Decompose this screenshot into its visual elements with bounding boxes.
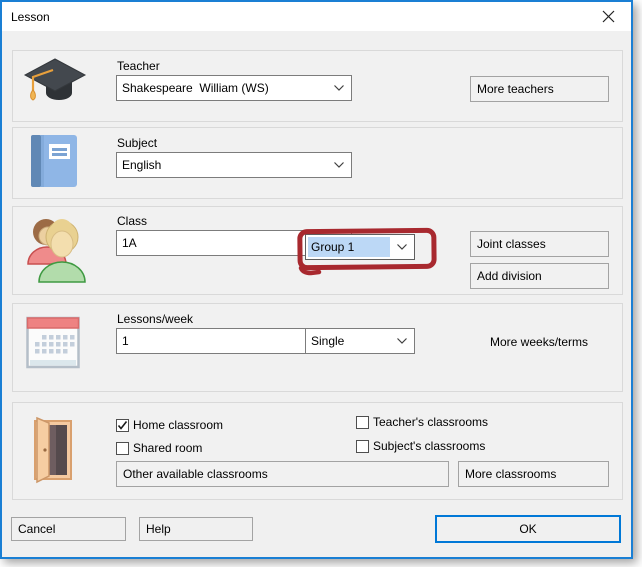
cancel-button[interactable]: Cancel: [11, 517, 126, 541]
group-dropdown[interactable]: Group 1: [305, 234, 415, 260]
title-bar: Lesson: [2, 2, 631, 31]
checkbox-label: Subject's classrooms: [373, 439, 485, 453]
add-division-button[interactable]: Add division: [470, 263, 609, 289]
teachers-classrooms-checkbox[interactable]: Teacher's classrooms: [356, 415, 488, 429]
checkbox-label: Home classroom: [133, 418, 223, 432]
screen: Lesson Teacher Shakespeare William (WS) …: [0, 0, 642, 567]
checkbox-label: Teacher's classrooms: [373, 415, 488, 429]
chevron-down-icon: [327, 76, 351, 100]
students-icon: [19, 212, 91, 284]
subject-label: Subject: [117, 136, 157, 150]
chevron-down-icon: [390, 329, 414, 353]
lesson-duration-value: Single: [306, 329, 390, 353]
teacher-label: Teacher: [117, 59, 160, 73]
more-teachers-button[interactable]: More teachers: [470, 76, 609, 102]
checkbox-box: [356, 440, 369, 453]
window-title: Lesson: [11, 10, 50, 24]
more-classrooms-button[interactable]: More classrooms: [458, 461, 609, 487]
checkbox-box: [116, 419, 129, 432]
lessons-count-value: 1: [117, 329, 327, 353]
checkmark-icon: [117, 420, 128, 431]
lesson-duration-dropdown[interactable]: Single: [305, 328, 415, 354]
other-available-classrooms-button[interactable]: Other available classrooms: [116, 461, 449, 487]
class-dropdown-value: 1A: [117, 231, 327, 255]
subject-dropdown[interactable]: English: [116, 152, 352, 178]
book-icon: [28, 133, 80, 189]
subject-dropdown-value: English: [117, 153, 327, 177]
teacher-dropdown-value: Shakespeare William (WS): [117, 76, 327, 100]
graduation-cap-icon: [22, 56, 88, 110]
group-dropdown-value: Group 1: [308, 237, 390, 257]
class-label: Class: [117, 214, 147, 228]
more-weeks-terms-label[interactable]: More weeks/terms: [490, 335, 588, 349]
home-classroom-checkbox[interactable]: Home classroom: [116, 418, 223, 432]
close-button[interactable]: [587, 2, 629, 31]
calendar-icon: [26, 316, 80, 374]
chevron-down-icon: [390, 235, 414, 259]
checkbox-box: [356, 416, 369, 429]
chevron-down-icon: [327, 153, 351, 177]
joint-classes-button[interactable]: Joint classes: [470, 231, 609, 257]
lessons-week-label: Lessons/week: [117, 312, 193, 326]
help-button[interactable]: Help: [139, 517, 253, 541]
lesson-dialog: Lesson Teacher Shakespeare William (WS) …: [0, 0, 633, 559]
ok-button[interactable]: OK: [435, 515, 621, 543]
checkbox-label: Shared room: [133, 441, 202, 455]
subjects-classrooms-checkbox[interactable]: Subject's classrooms: [356, 439, 485, 453]
teacher-dropdown[interactable]: Shakespeare William (WS): [116, 75, 352, 101]
checkbox-box: [116, 442, 129, 455]
shared-room-checkbox[interactable]: Shared room: [116, 441, 202, 455]
close-icon: [602, 10, 615, 23]
door-icon: [28, 416, 76, 484]
